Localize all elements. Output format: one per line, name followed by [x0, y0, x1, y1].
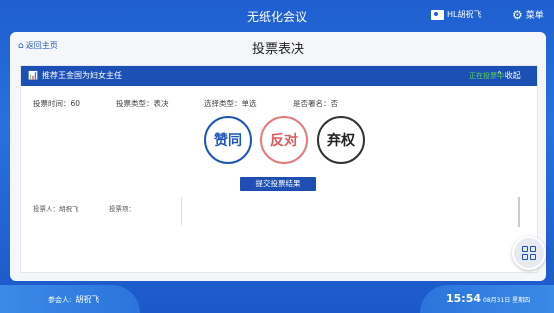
apps-grid-button[interactable] — [512, 236, 546, 270]
select-type-label: 选择类型： — [204, 99, 242, 108]
vote-title-text: 推荐王金国为妇女主任 — [41, 71, 122, 80]
participant-name: 胡祝飞 — [75, 295, 100, 304]
clock-date: 08月31日 星期四 — [483, 297, 531, 304]
participant-label: 参会人: — [48, 296, 72, 304]
submit-vote-button[interactable]: 提交投票结果 — [240, 177, 316, 191]
vote-time-label: 投票时间： — [33, 99, 71, 108]
vote-time: 投票时间：60 — [33, 98, 80, 109]
user-name: HL胡祝飞 — [447, 10, 482, 19]
voter-value: 胡祝飞 — [59, 205, 79, 213]
approve-button[interactable]: 赞同 — [204, 116, 252, 164]
bar-chart-icon: 📊 — [28, 71, 38, 80]
bottom-bar: 参会人: 胡祝飞 15:54 08月31日 星期四 — [0, 285, 554, 313]
grid-icon — [522, 246, 536, 260]
voter: 投票人：胡祝飞 — [33, 203, 79, 213]
participant: 参会人: 胡祝飞 — [48, 294, 99, 305]
gear-icon: ⚙ — [512, 7, 523, 22]
select-type: 选择类型：单选 — [204, 98, 257, 109]
oppose-button[interactable]: 反对 — [260, 116, 308, 164]
signed-value: 否 — [330, 99, 339, 108]
select-type-value: 单选 — [241, 99, 257, 108]
divider — [181, 197, 182, 225]
main-panel: ⌂ 返回主页 投票表决 📊 推荐王金国为妇女主任 正在投票中 ⌃ 收起 投票时间… — [10, 32, 546, 281]
vote-time-value: 60 — [70, 99, 81, 108]
abstain-button[interactable]: 弃权 — [317, 116, 365, 164]
collapse-label: 收起 — [504, 71, 521, 80]
collapse-button[interactable]: ⌃ 收起 — [496, 70, 521, 81]
vote-item-label: 投票项： — [109, 205, 135, 213]
vote-card: 📊 推荐王金国为妇女主任 正在投票中 ⌃ 收起 投票时间：60 投票类型：表决 … — [20, 65, 538, 273]
menu-button[interactable]: ⚙ 菜单 — [512, 7, 544, 22]
user-info[interactable]: HL胡祝飞 — [431, 9, 481, 20]
menu-label: 菜单 — [525, 11, 544, 21]
vote-type-label: 投票类型： — [116, 99, 154, 108]
voter-label: 投票人： — [33, 205, 59, 213]
vote-card-header: 📊 推荐王金国为妇女主任 正在投票中 ⌃ 收起 — [21, 66, 537, 86]
signed-option: 是否署名：否 — [293, 98, 338, 109]
vote-type: 投票类型：表决 — [116, 98, 169, 109]
vote-title: 📊 推荐王金国为妇女主任 — [28, 70, 122, 81]
signed-label: 是否署名： — [293, 99, 331, 108]
chevron-up-icon: ⌃ — [496, 70, 503, 79]
vote-type-value: 表决 — [153, 99, 169, 108]
user-card-icon — [431, 9, 444, 20]
top-bar: 无纸化会议 HL胡祝飞 ⚙ 菜单 — [0, 0, 554, 32]
scrollbar[interactable] — [518, 197, 520, 227]
page-title: 投票表决 — [251, 42, 304, 57]
clock-time: 15:54 — [446, 292, 482, 305]
